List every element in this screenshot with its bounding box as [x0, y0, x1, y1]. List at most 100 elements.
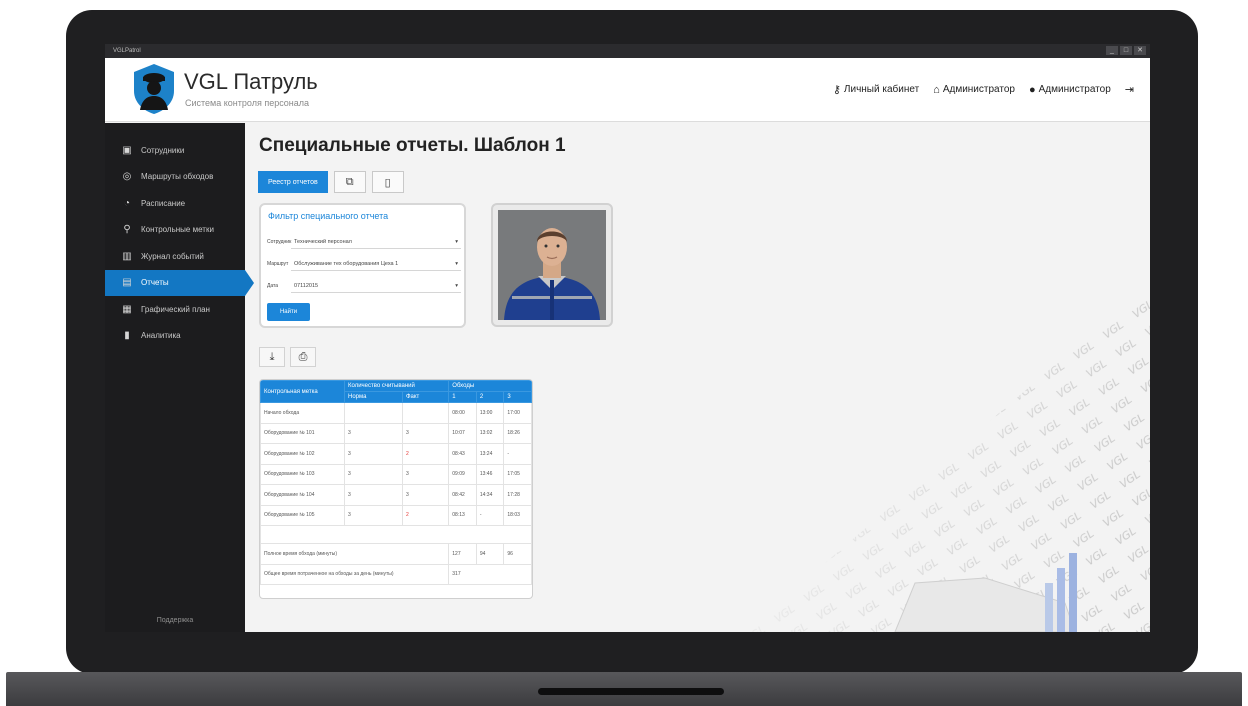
- round-3-cell: 17:28: [503, 484, 532, 506]
- sidebar-item-label: Аналитика: [141, 331, 181, 341]
- download-button[interactable]: ⤓: [259, 347, 285, 367]
- sidebar-item-schedule[interactable]: ◔ Расписание: [105, 190, 245, 217]
- report-table-card: Контрольная метка Количество считываний …: [259, 379, 533, 599]
- chevron-down-icon: ▾: [455, 260, 458, 267]
- window-title: VGLPatrol: [113, 48, 141, 54]
- checkpoint-header: Контрольная метка: [260, 380, 345, 403]
- spacer-cell: [260, 525, 532, 544]
- app-header: VGL Патруль Система контроля персонала ⚷…: [105, 58, 1150, 122]
- fact-cell-alert: 2: [401, 504, 450, 526]
- laptop-notch: [538, 688, 724, 695]
- sidebar-item-label: Маршруты обходов: [141, 172, 214, 182]
- document-icon: ▯: [384, 176, 391, 189]
- logout-icon[interactable]: ⇥: [1125, 83, 1134, 96]
- watermark-pattern: VGL: [625, 283, 1150, 632]
- round-3-cell: 18:26: [503, 422, 532, 444]
- fact-header: Факт: [401, 391, 450, 403]
- round-1-cell: 10:07: [448, 422, 477, 444]
- window-titlebar: VGLPatrol _ □ ✕: [105, 44, 1150, 58]
- checkpoint-cell: Начало обхода: [260, 402, 345, 424]
- personal-cabinet-label: Личный кабинет: [843, 84, 920, 95]
- sidebar-item-event-log[interactable]: ▥ Журнал событий: [105, 243, 245, 270]
- support-link[interactable]: Поддержка: [105, 617, 245, 624]
- fact-cell: 3: [401, 463, 450, 485]
- print-button[interactable]: ⎙: [290, 347, 316, 367]
- tab-report-registry[interactable]: Реестр отчетов: [258, 171, 328, 193]
- sidebar-item-label: Сотрудники: [141, 145, 185, 155]
- total-round-3: 96: [503, 543, 532, 565]
- tab-copy[interactable]: ⧉: [333, 171, 366, 193]
- minimize-button[interactable]: _: [1106, 46, 1118, 55]
- admin-role-label: Администратор: [942, 84, 1015, 95]
- day-total-label-cell: Общее время потраченное на обходы за ден…: [260, 563, 450, 585]
- sidebar-item-label: Контрольные метки: [141, 225, 214, 235]
- report-toolbar: ⤓ ⎙: [259, 347, 316, 367]
- norm-cell: 3: [344, 443, 403, 465]
- round-1-cell: 09:09: [448, 463, 477, 485]
- checkpoint-cell: Оборудование № 102: [260, 443, 345, 465]
- personal-cabinet-link[interactable]: ⚷ Личный кабинет: [833, 83, 919, 96]
- maximize-button[interactable]: □: [1120, 46, 1132, 55]
- round-3-cell: -: [503, 443, 532, 465]
- round-2-cell: 14:34: [475, 484, 505, 506]
- header-nav: ⚷ Личный кабинет ⌂ Администратор ● Админ…: [833, 83, 1134, 97]
- employee-filter-row: Сотрудник Технический персонал ▾: [267, 235, 461, 249]
- table-row: Оборудование № 105 3 2 08:13 - 18:03: [260, 504, 532, 526]
- close-button[interactable]: ✕: [1134, 46, 1146, 55]
- round-2-cell: 13:24: [475, 443, 505, 465]
- fact-cell: 3: [401, 422, 450, 444]
- employee-label: Сотрудник: [267, 239, 292, 245]
- sidebar-item-employees[interactable]: ▣ Сотрудники: [105, 137, 245, 164]
- round-1-cell: 08:00: [448, 402, 477, 424]
- sidebar-item-checkpoints[interactable]: ⚲ Контрольные метки: [105, 217, 245, 244]
- date-field-value: 07112015: [294, 282, 319, 289]
- sidebar-item-routes[interactable]: ◎ Маршруты обходов: [105, 164, 245, 191]
- route-filter-row: Маршрут Обслуживание тех оборудования Це…: [267, 257, 461, 271]
- report-table: Контрольная метка Количество считываний …: [260, 380, 532, 585]
- checkpoint-cell: Оборудование № 101: [260, 422, 345, 444]
- table-row: Оборудование № 101 3 3 10:07 13:02 18:26: [260, 422, 532, 444]
- key-icon: ⚷: [832, 84, 841, 96]
- admin-role-link[interactable]: ⌂ Администратор: [933, 84, 1015, 96]
- norm-cell: 3: [344, 463, 403, 485]
- employee-photo: [498, 210, 606, 320]
- norm-header: Норма: [344, 391, 403, 403]
- fact-cell-alert: 2: [401, 443, 450, 465]
- employee-select[interactable]: Технический персонал ▾: [291, 235, 461, 249]
- chevron-down-icon: ▾: [455, 238, 458, 245]
- user-icon: ●: [1028, 83, 1036, 96]
- norm-cell: [344, 402, 403, 424]
- fact-cell: [401, 402, 450, 424]
- table-row: Начало обхода 08:00 13:00 17:00: [260, 402, 532, 424]
- id-card-icon: ▣: [122, 144, 132, 156]
- table-row: Оборудование № 103 3 3 09:09 13:46 17:05: [260, 463, 532, 485]
- date-field[interactable]: 07112015 ▾: [291, 279, 461, 293]
- round-2-cell: 13:00: [475, 402, 505, 424]
- round-3-header: 3: [503, 391, 532, 403]
- table-spacer-row: [260, 525, 532, 544]
- view-tabs: Реестр отчетов ⧉ ▯: [258, 171, 404, 193]
- page-title: Специальные отчеты. Шаблон 1: [259, 135, 566, 156]
- sidebar-item-analytics[interactable]: ▮ Аналитика: [105, 323, 245, 350]
- round-1-header: 1: [448, 391, 477, 403]
- tab-document[interactable]: ▯: [371, 171, 404, 193]
- table-row: Оборудование № 102 3 2 08:43 13:24 -: [260, 443, 532, 465]
- sidebar-item-label: Отчеты: [141, 278, 169, 288]
- route-label: Маршрут: [267, 261, 289, 267]
- sidebar-item-reports[interactable]: ▤ Отчеты: [105, 269, 254, 296]
- day-total-row: Общее время потраченное на обходы за ден…: [260, 563, 532, 585]
- total-label-cell: Полное время обхода (минуты): [260, 543, 450, 565]
- sidebar-item-graphic-plan[interactable]: ▦ Графический план: [105, 296, 245, 323]
- app-window: VGLPatrol _ □ ✕ VGL Патруль Система конт…: [105, 44, 1150, 632]
- bar-chart-icon: ▮: [124, 330, 130, 342]
- checkpoint-cell: Оборудование № 104: [260, 484, 345, 506]
- sidebar: ▣ Сотрудники ◎ Маршруты обходов ◔ Распис…: [105, 123, 254, 632]
- rounds-header: Обходы: [448, 380, 532, 392]
- filter-title: Фильтр специального отчета: [268, 211, 389, 221]
- round-3-cell: 18:03: [503, 504, 532, 526]
- user-link[interactable]: ● Администратор: [1029, 84, 1111, 96]
- print-icon: ⎙: [298, 350, 308, 363]
- find-button[interactable]: Найти: [267, 303, 310, 321]
- route-select[interactable]: Обслуживание тех оборудования Цеха 1 ▾: [291, 257, 461, 271]
- guard-logo-icon: [134, 64, 174, 114]
